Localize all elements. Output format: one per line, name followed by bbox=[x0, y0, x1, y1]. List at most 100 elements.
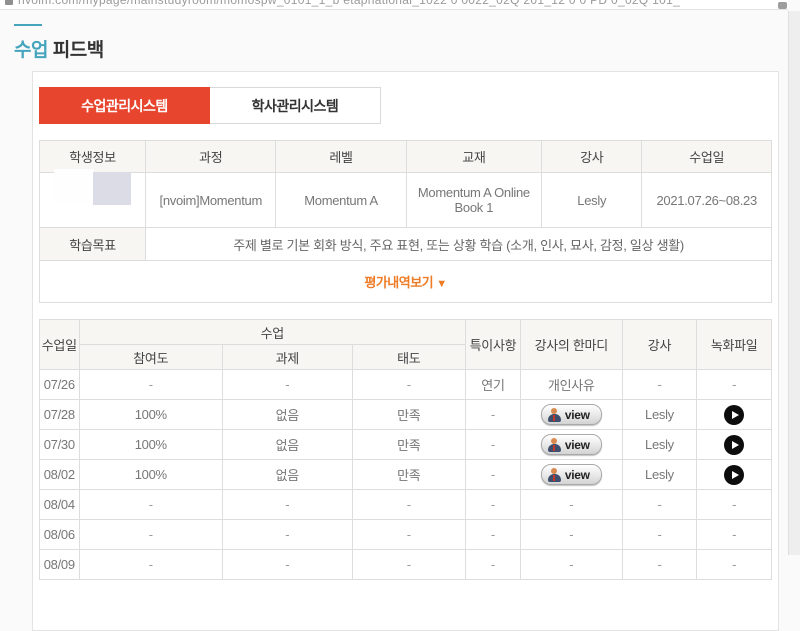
content-panel: 수업관리시스템 학사관리시스템 학생정보 과정 레벨 교재 강사 수업일 [nv… bbox=[32, 71, 779, 631]
header-book: 교재 bbox=[406, 141, 541, 173]
attitude-value: 만족 bbox=[352, 400, 465, 430]
table-row: 08/04 - - - - - - - bbox=[40, 490, 772, 520]
teacher-value: Lesly bbox=[622, 430, 697, 460]
view-comment-button[interactable]: view bbox=[541, 434, 602, 455]
homework-value: - bbox=[222, 370, 352, 400]
url-text: nvoim.com/mypage/mainstudyroom/momospw_0… bbox=[18, 0, 680, 7]
teacher-value: - bbox=[622, 550, 697, 580]
table-row: 07/28 100% 없음 만족 - view Lesly bbox=[40, 400, 772, 430]
student-name-redaction bbox=[54, 169, 94, 205]
lesson-date: 08/04 bbox=[40, 490, 80, 520]
page-title-rest: 피드백 bbox=[48, 40, 104, 61]
comment-value: - bbox=[520, 520, 622, 550]
recording-value: - bbox=[697, 490, 772, 520]
attitude-value: - bbox=[352, 550, 465, 580]
recording-cell bbox=[697, 460, 772, 490]
level-value: Momentum A bbox=[276, 173, 406, 228]
comment-value: - bbox=[520, 490, 622, 520]
homework-value: 없음 bbox=[222, 460, 352, 490]
schedule-header-row-1: 수업일 수업 특이사항 강사의 한마디 강사 녹화파일 bbox=[40, 320, 772, 345]
header-lesson-date: 수업일 bbox=[40, 320, 80, 370]
info-header-row: 학생정보 과정 레벨 교재 강사 수업일 bbox=[40, 141, 772, 173]
view-comment-button[interactable]: view bbox=[541, 404, 602, 425]
participation-value: 100% bbox=[79, 430, 222, 460]
header-participation: 참여도 bbox=[79, 345, 222, 370]
participation-value: - bbox=[79, 490, 222, 520]
attitude-value: 만족 bbox=[352, 430, 465, 460]
view-evaluation-history-link[interactable]: 평가내역보기 ▼ bbox=[364, 275, 446, 290]
note-value: - bbox=[466, 490, 521, 520]
chevron-down-icon: ▼ bbox=[436, 278, 446, 290]
lesson-date: 08/09 bbox=[40, 550, 80, 580]
attitude-value: - bbox=[352, 490, 465, 520]
attitude-value: - bbox=[352, 370, 465, 400]
header-class-date: 수업일 bbox=[642, 141, 772, 173]
attitude-value: - bbox=[352, 520, 465, 550]
page-title: 수업 피드백 bbox=[14, 24, 104, 62]
participation-value: - bbox=[79, 370, 222, 400]
lesson-date: 08/02 bbox=[40, 460, 80, 490]
table-row: 08/06 - - - - - - - bbox=[40, 520, 772, 550]
teacher-value: - bbox=[622, 490, 697, 520]
play-recording-icon[interactable] bbox=[724, 435, 744, 455]
vertical-scrollbar[interactable] bbox=[788, 11, 800, 555]
comment-cell: view bbox=[520, 460, 622, 490]
participation-value: - bbox=[79, 550, 222, 580]
person-icon bbox=[548, 408, 561, 422]
book-value: Momentum A Online Book 1 bbox=[406, 173, 541, 228]
tab-academic-management[interactable]: 학사관리시스템 bbox=[210, 87, 381, 124]
lesson-date: 07/28 bbox=[40, 400, 80, 430]
table-row: 08/02 100% 없음 만족 - view Lesly bbox=[40, 460, 772, 490]
table-row: 07/30 100% 없음 만족 - view Lesly bbox=[40, 430, 772, 460]
recording-value: - bbox=[697, 370, 772, 400]
header-student-info: 학생정보 bbox=[40, 141, 146, 173]
student-name-redaction-block bbox=[93, 172, 131, 205]
student-name-cell bbox=[40, 173, 146, 228]
play-recording-icon[interactable] bbox=[724, 405, 744, 425]
header-teacher2: 강사 bbox=[622, 320, 697, 370]
tab-class-management[interactable]: 수업관리시스템 bbox=[39, 87, 210, 124]
course-info-table: 학생정보 과정 레벨 교재 강사 수업일 [nvoim]Momentum Mom… bbox=[39, 140, 772, 303]
header-teacher-comment: 강사의 한마디 bbox=[520, 320, 622, 370]
participation-value: 100% bbox=[79, 460, 222, 490]
goal-row: 학습목표 주제 별로 기본 회화 방식, 주요 표현, 또는 상황 학습 (소개… bbox=[40, 228, 772, 261]
period-value: 2021.07.26~08.23 bbox=[642, 173, 772, 228]
comment-cell: view bbox=[520, 400, 622, 430]
note-value: - bbox=[466, 550, 521, 580]
note-value: - bbox=[466, 460, 521, 490]
lesson-date: 07/30 bbox=[40, 430, 80, 460]
view-comment-button[interactable]: view bbox=[541, 464, 602, 485]
play-recording-icon[interactable] bbox=[724, 465, 744, 485]
system-tabs: 수업관리시스템 학사관리시스템 bbox=[39, 87, 772, 124]
info-data-row: [nvoim]Momentum Momentum A Momentum A On… bbox=[40, 173, 772, 228]
person-icon bbox=[548, 438, 561, 452]
recording-value: - bbox=[697, 520, 772, 550]
homework-value: - bbox=[222, 490, 352, 520]
comment-value: - bbox=[520, 550, 622, 580]
teacher-value: - bbox=[622, 370, 697, 400]
person-icon bbox=[548, 468, 561, 482]
recording-value: - bbox=[697, 550, 772, 580]
recording-cell bbox=[697, 430, 772, 460]
page-title-accent: 수업 bbox=[14, 40, 48, 61]
teacher-value: - bbox=[622, 520, 697, 550]
comment-value: 개인사유 bbox=[520, 370, 622, 400]
evaluation-toggle-cell: 평가내역보기 ▼ bbox=[40, 261, 772, 303]
browser-url-strip: nvoim.com/mypage/mainstudyroom/momospw_0… bbox=[0, 0, 788, 10]
table-row: 08/09 - - - - - - - bbox=[40, 550, 772, 580]
note-value: 연기 bbox=[466, 370, 521, 400]
participation-value: 100% bbox=[79, 400, 222, 430]
scrollbar-thumb[interactable] bbox=[778, 2, 787, 9]
url-bar-icon bbox=[5, 0, 13, 5]
title-accent-bar bbox=[14, 24, 42, 26]
participation-value: - bbox=[79, 520, 222, 550]
homework-value: - bbox=[222, 550, 352, 580]
recording-cell bbox=[697, 400, 772, 430]
homework-value: 없음 bbox=[222, 400, 352, 430]
header-special-note: 특이사항 bbox=[466, 320, 521, 370]
header-course: 과정 bbox=[146, 141, 276, 173]
header-teacher: 강사 bbox=[542, 141, 642, 173]
note-value: - bbox=[466, 400, 521, 430]
table-row: 07/26 - - - 연기 개인사유 - - bbox=[40, 370, 772, 400]
course-value: [nvoim]Momentum bbox=[146, 173, 276, 228]
